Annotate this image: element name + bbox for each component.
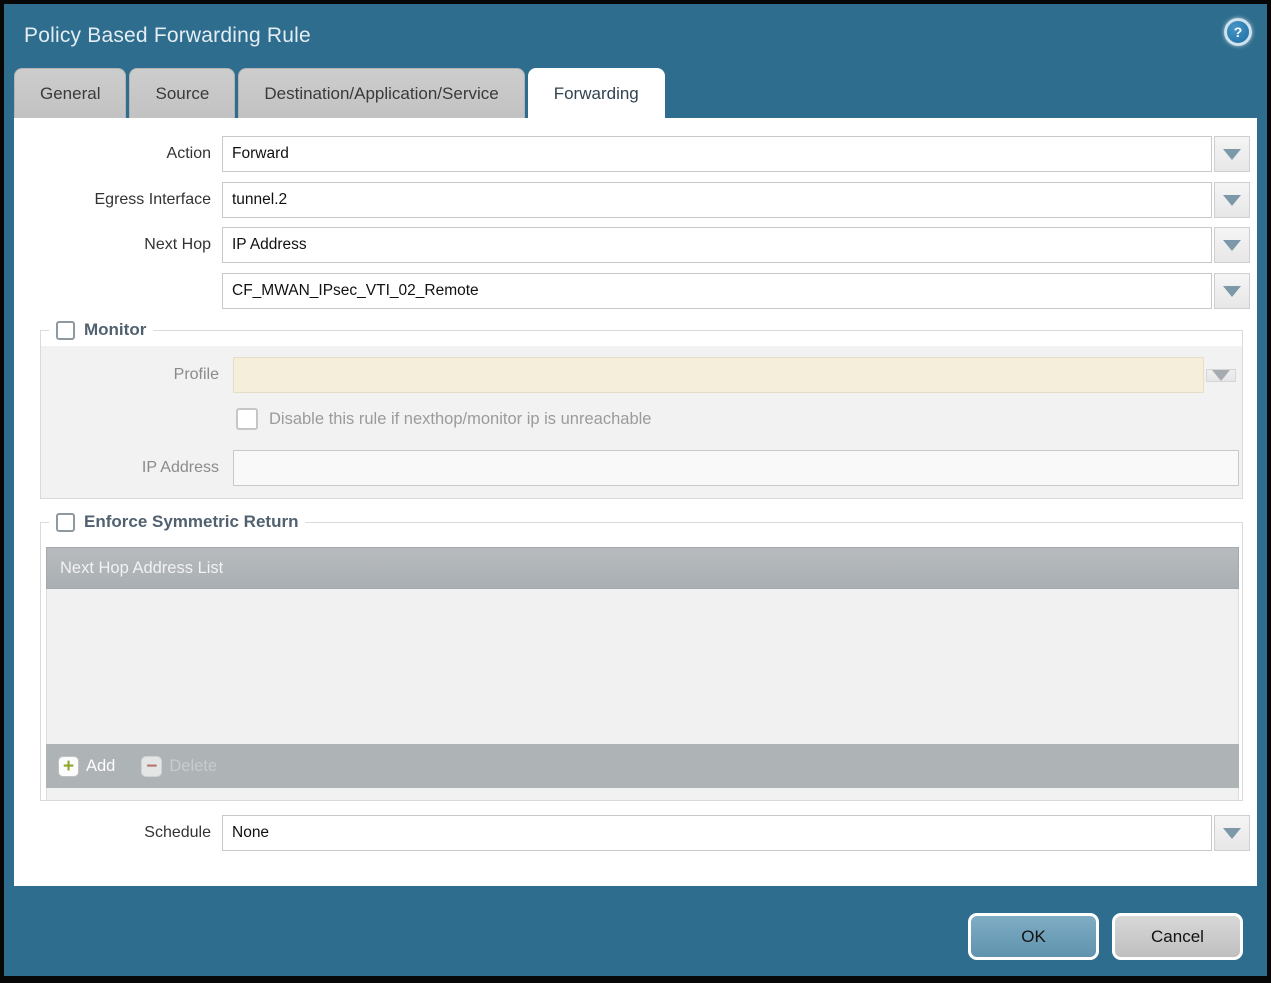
next-hop-type-dropdown-button[interactable] — [1214, 227, 1250, 263]
action-dropdown-button[interactable] — [1214, 136, 1250, 172]
next-hop-address-list-header: Next Hop Address List — [46, 547, 1239, 589]
monitor-ip-label: IP Address — [41, 459, 233, 477]
egress-interface-row: Egress Interface tunnel.2 — [14, 182, 1250, 218]
tab-forwarding[interactable]: Forwarding — [528, 68, 665, 118]
next-hop-type-field[interactable]: IP Address — [222, 227, 1212, 263]
monitor-group: Monitor Profile Disable this rule if nex… — [40, 330, 1243, 499]
tab-destination-application-service[interactable]: Destination/Application/Service — [238, 68, 524, 118]
disable-rule-checkbox — [236, 408, 258, 430]
add-button-label: Add — [86, 757, 115, 776]
add-button[interactable]: + Add — [58, 756, 115, 777]
dialog-footer: OK Cancel — [4, 886, 1267, 976]
disable-rule-row: Disable this rule if nexthop/monitor ip … — [236, 408, 1242, 430]
help-icon[interactable]: ? — [1224, 18, 1252, 46]
egress-interface-field[interactable]: tunnel.2 — [222, 182, 1212, 218]
forwarding-tab-panel: Action Forward Egress Interface tunnel.2… — [14, 118, 1257, 886]
monitor-panel: Profile Disable this rule if nexthop/mon… — [41, 346, 1242, 498]
profile-label: Profile — [41, 366, 233, 384]
table-bottom-strip — [46, 788, 1239, 800]
action-row: Action Forward — [14, 136, 1250, 172]
delete-button-label: Delete — [169, 757, 217, 776]
next-hop-address-dropdown-button[interactable] — [1214, 273, 1250, 309]
monitor-ip-field — [233, 450, 1239, 486]
add-icon: + — [58, 756, 79, 777]
dropdown-arrow-icon — [1223, 240, 1241, 251]
monitor-legend: Monitor — [49, 320, 153, 340]
profile-dropdown-button — [1206, 369, 1236, 382]
profile-field — [233, 357, 1204, 393]
next-hop-address-list-body — [46, 589, 1239, 744]
tab-source[interactable]: Source — [129, 68, 235, 118]
egress-interface-label: Egress Interface — [14, 191, 222, 209]
next-hop-address-row: CF_MWAN_IPsec_VTI_02_Remote — [14, 273, 1250, 309]
next-hop-row: Next Hop IP Address — [14, 227, 1250, 263]
disable-rule-label: Disable this rule if nexthop/monitor ip … — [269, 410, 651, 429]
symmetric-return-checkbox[interactable] — [56, 513, 75, 532]
profile-row: Profile — [41, 357, 1242, 393]
schedule-row: Schedule None — [14, 815, 1250, 851]
tab-bar: General Source Destination/Application/S… — [4, 68, 1267, 118]
next-hop-address-list-toolbar: + Add − Delete — [46, 744, 1239, 788]
dropdown-arrow-icon — [1223, 286, 1241, 297]
symmetric-return-group: Enforce Symmetric Return Next Hop Addres… — [40, 522, 1243, 801]
ok-button[interactable]: OK — [968, 913, 1099, 960]
next-hop-address-field[interactable]: CF_MWAN_IPsec_VTI_02_Remote — [222, 273, 1212, 309]
delete-button: − Delete — [141, 756, 217, 777]
symmetric-return-legend-label: Enforce Symmetric Return — [84, 512, 298, 532]
dropdown-arrow-icon — [1212, 370, 1230, 381]
dropdown-arrow-icon — [1223, 149, 1241, 160]
schedule-dropdown-button[interactable] — [1214, 815, 1250, 851]
dropdown-arrow-icon — [1223, 828, 1241, 839]
monitor-checkbox[interactable] — [56, 321, 75, 340]
next-hop-address-list-table: Next Hop Address List + Add − Delete — [46, 547, 1239, 800]
schedule-label: Schedule — [14, 824, 222, 842]
tab-general[interactable]: General — [14, 68, 126, 118]
monitor-legend-label: Monitor — [84, 320, 146, 340]
action-label: Action — [14, 145, 222, 163]
dialog-title: Policy Based Forwarding Rule — [24, 24, 311, 48]
next-hop-label: Next Hop — [14, 236, 222, 254]
egress-interface-dropdown-button[interactable] — [1214, 182, 1250, 218]
monitor-ip-row: IP Address — [41, 450, 1239, 486]
symmetric-return-legend: Enforce Symmetric Return — [49, 512, 305, 532]
policy-based-forwarding-dialog: Policy Based Forwarding Rule ? General S… — [0, 0, 1271, 983]
dialog-titlebar: Policy Based Forwarding Rule ? — [4, 4, 1267, 68]
schedule-field[interactable]: None — [222, 815, 1212, 851]
cancel-button[interactable]: Cancel — [1112, 913, 1243, 960]
dropdown-arrow-icon — [1223, 195, 1241, 206]
action-field[interactable]: Forward — [222, 136, 1212, 172]
delete-icon: − — [141, 756, 162, 777]
